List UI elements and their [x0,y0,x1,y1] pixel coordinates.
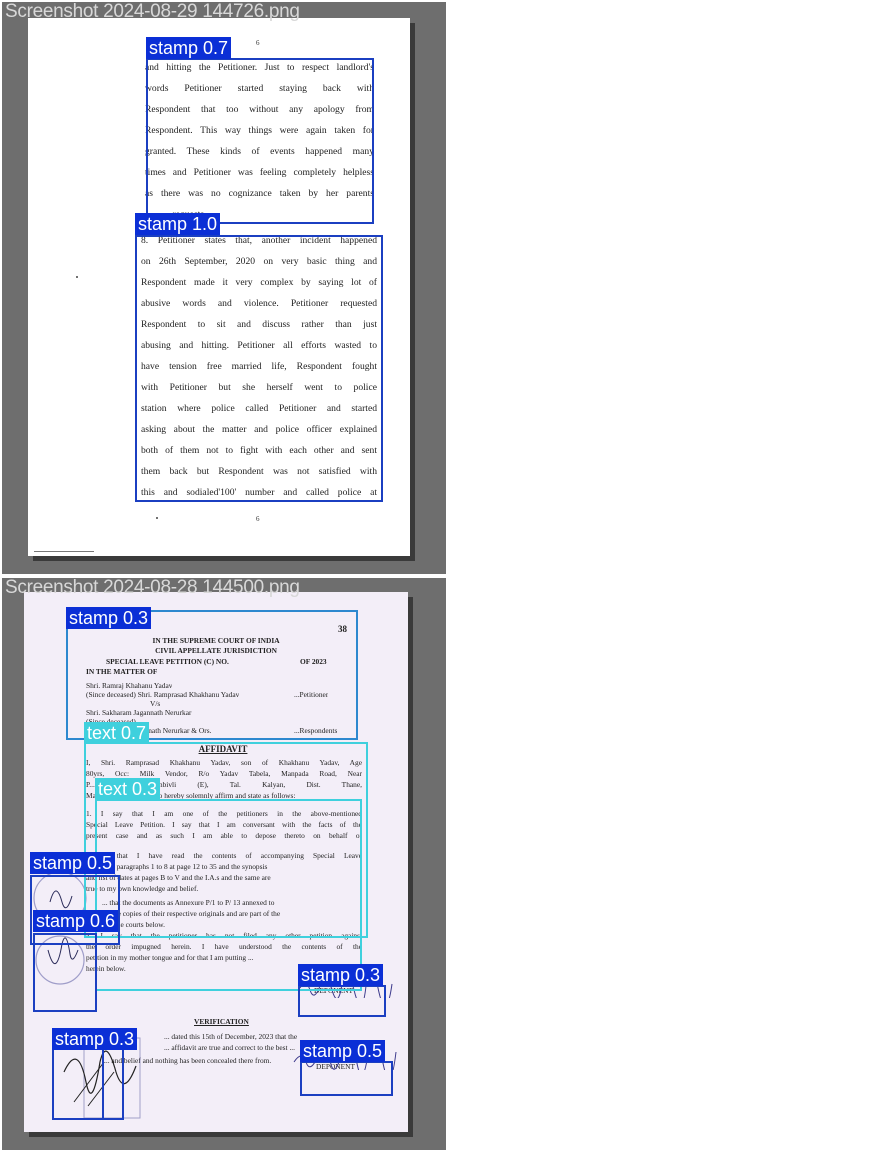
detection-label: text 0.3 [95,778,161,800]
screenshot-panel-2: Screenshot 2024-08-28 144500.png 38 IN T… [2,578,446,1150]
detection-label: stamp 0.6 [33,910,119,932]
speck-mark [76,276,78,278]
verification-line: ... affidavit are true and correct to th… [164,1043,295,1052]
detection-box-stamp [135,235,383,502]
verification-line: ... dated this 15th of December, 2023 th… [164,1032,298,1041]
detection-label: stamp 0.3 [66,607,152,629]
page-number-bottom: 6 [256,515,260,523]
detection-box-stamp [300,1061,393,1096]
detection-label: stamp 0.5 [30,852,116,874]
detection-box-stamp [146,58,374,224]
detection-box-stamp [298,985,386,1017]
screenshot-panel-1: Screenshot 2024-08-29 144726.png 6 and h… [2,2,446,574]
screenshot-filename-1: Screenshot 2024-08-29 144726.png [5,2,300,22]
detection-box-stamp [33,933,97,1012]
screenshot-filename-2: Screenshot 2024-08-28 144500.png [5,578,300,598]
detection-box-stamp [66,610,358,740]
detection-box-stamp [52,1046,104,1120]
detection-label: stamp 0.7 [146,37,232,59]
detection-label: stamp 0.3 [52,1028,138,1050]
verification-title: VERIFICATION [194,1017,249,1026]
page-number-top: 6 [256,39,260,47]
detection-label: text 0.7 [84,722,150,744]
speck-mark [156,517,158,519]
scan-edge-line [34,551,94,552]
detection-label: stamp 1.0 [135,213,221,235]
detection-label: stamp 0.5 [300,1040,386,1062]
detection-label: stamp 0.3 [298,964,384,986]
detection-box-text [95,799,362,991]
